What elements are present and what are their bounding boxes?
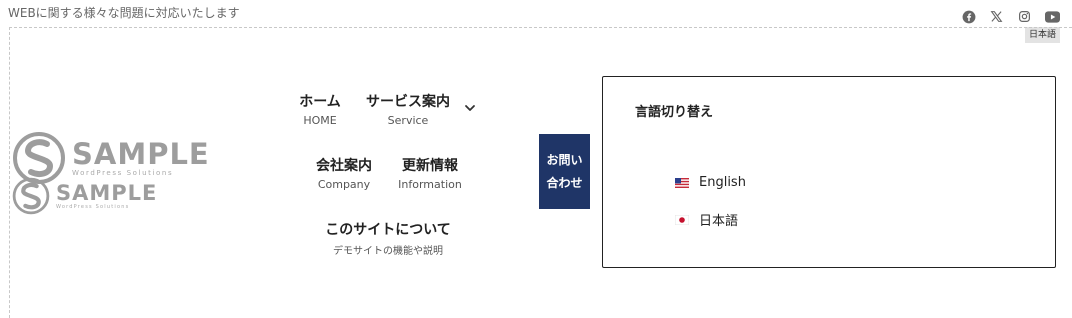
facebook-icon[interactable] — [961, 9, 976, 24]
site-tagline: WEBに関する様々な問題に対応いたします — [8, 6, 240, 20]
nav-item-service[interactable]: サービス案内 Service — [362, 91, 454, 127]
nav-item-home[interactable]: ホーム HOME — [292, 91, 348, 127]
youtube-icon[interactable] — [1045, 9, 1060, 24]
language-option-japanese[interactable]: 日本語 — [675, 210, 738, 229]
social-links — [961, 9, 1060, 24]
nav-item-sublabel: HOME — [303, 114, 337, 127]
nav-item-label: このサイトについて — [325, 222, 451, 238]
nav-item-sublabel: Information — [398, 178, 462, 191]
language-option-english[interactable]: English — [675, 175, 746, 190]
nav-item-sublabel: デモサイトの機能や説明 — [333, 246, 443, 257]
contact-button[interactable]: お問い合わせ — [539, 134, 590, 209]
language-option-label: 日本語 — [699, 214, 739, 229]
logo-name: SAMPLE — [72, 136, 210, 171]
jp-flag-icon — [675, 214, 689, 225]
nav-item-label: 更新情報 — [402, 158, 458, 174]
chevron-down-icon[interactable] — [463, 101, 477, 115]
language-switcher-title: 言語切り替え — [635, 105, 714, 120]
nav-item-label: ホーム — [299, 94, 341, 110]
language-option-label: English — [699, 175, 746, 190]
language-switcher-panel: 言語切り替え English 日本語 — [602, 76, 1056, 268]
logo-subtitle: WordPress Solutions — [56, 203, 130, 210]
us-flag-icon — [675, 177, 689, 188]
nav-item-label: サービス案内 — [366, 94, 450, 110]
site-logo-secondary[interactable]: SAMPLE WordPress Solutions — [12, 177, 157, 215]
logo-subtitle: WordPress Solutions — [72, 168, 174, 177]
nav-item-sublabel: Service — [387, 114, 429, 127]
logo-name: SAMPLE — [56, 180, 158, 205]
instagram-icon[interactable] — [1017, 9, 1032, 24]
nav-item-about-site[interactable]: このサイトについて デモサイトの機能や説明 — [318, 219, 458, 257]
nav-item-sublabel: Company — [317, 178, 371, 191]
nav-item-information[interactable]: 更新情報 Information — [392, 155, 468, 191]
nav-item-label: 会社案内 — [316, 158, 372, 174]
logo-mark-icon — [12, 177, 50, 215]
x-icon[interactable] — [989, 9, 1004, 24]
nav-item-company[interactable]: 会社案内 Company — [310, 155, 378, 191]
